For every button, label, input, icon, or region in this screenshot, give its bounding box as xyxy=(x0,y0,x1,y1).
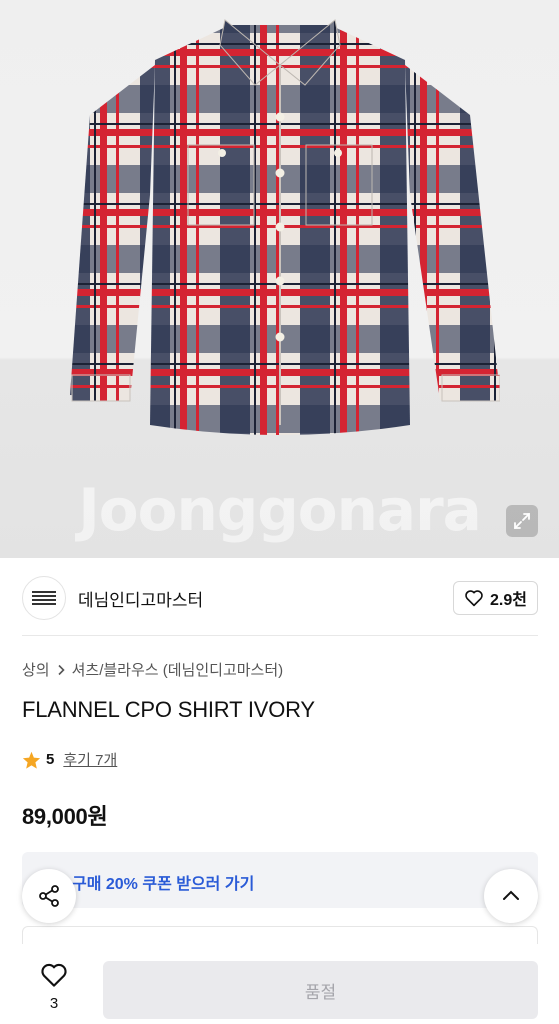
product-title: FLANNEL CPO SHIRT IVORY xyxy=(22,697,315,722)
coupon-text[interactable]: 구매 20% 쿠폰 받으러 가기 xyxy=(72,870,254,894)
coupon-banner[interactable]: 구매 20% 쿠폰 받으러 가기 xyxy=(22,852,538,908)
chevron-up-icon xyxy=(503,890,519,900)
seller-row[interactable]: 데님인디고마스터 2.9천 xyxy=(22,575,538,621)
share-button[interactable] xyxy=(22,869,76,923)
star-icon xyxy=(22,751,41,769)
seller-wish-count: 2.9천 xyxy=(490,592,527,609)
share-icon xyxy=(39,885,59,907)
breadcrumb-category[interactable]: 상의 xyxy=(22,659,50,680)
sold-out-button[interactable]: 품절 xyxy=(103,961,538,1019)
breadcrumb: 상의 셔츠/블라우스 (데님인디고마스터) xyxy=(22,659,283,680)
heart-outline-icon xyxy=(465,590,483,607)
seller-name[interactable]: 데님인디고마스터 xyxy=(78,586,203,611)
like-count: 3 xyxy=(49,995,59,1012)
heart-outline-icon xyxy=(41,963,67,987)
product-image[interactable]: Joonggonara xyxy=(0,0,559,558)
seller-wish-button[interactable]: 2.9천 xyxy=(453,581,538,615)
watermark: Joonggonara xyxy=(78,476,482,544)
expand-icon xyxy=(514,513,530,529)
bottom-action-bar: 3 품절 xyxy=(0,944,559,1024)
shirt-photo xyxy=(70,19,500,435)
reviews-link[interactable]: 후기 7개 xyxy=(63,749,117,770)
rating-row: 5 후기 7개 xyxy=(22,749,117,770)
like-button[interactable]: 3 xyxy=(30,962,78,1012)
scroll-top-button[interactable] xyxy=(484,869,538,923)
seller-avatar[interactable] xyxy=(22,576,66,620)
rating-score: 5 xyxy=(46,751,55,768)
breadcrumb-subcategory[interactable]: 셔츠/블라우스 (데님인디고마스터) xyxy=(72,659,284,680)
expand-image-button[interactable] xyxy=(506,505,538,537)
divider xyxy=(22,635,538,636)
product-price: 89,000원 xyxy=(22,804,108,829)
chevron-right-icon xyxy=(58,664,65,675)
